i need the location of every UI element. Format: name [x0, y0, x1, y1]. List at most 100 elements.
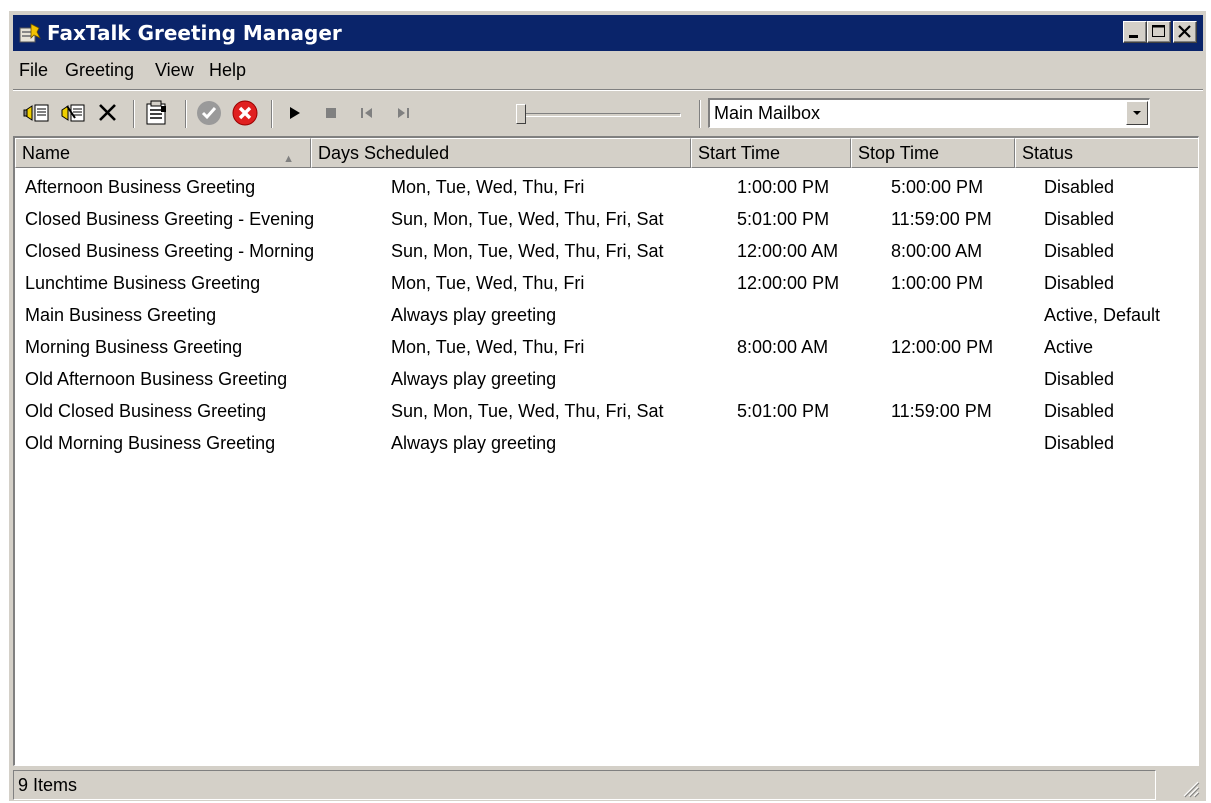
- table-row[interactable]: Closed Business Greeting - Morning Sun, …: [15, 235, 1198, 267]
- cell-status: Active, Default: [1044, 305, 1161, 325]
- properties-button[interactable]: [141, 98, 173, 128]
- table-row[interactable]: Closed Business Greeting - Evening Sun, …: [15, 203, 1198, 235]
- cell-days: Sun, Mon, Tue, Wed, Thu, Fri, Sat: [391, 209, 664, 229]
- table-row[interactable]: Old Afternoon Business Greeting Always p…: [15, 363, 1198, 395]
- properties-icon: [146, 100, 166, 125]
- play-icon: [290, 107, 300, 119]
- cell-name: Main Business Greeting: [25, 305, 217, 325]
- toolbar-separator: [185, 100, 187, 128]
- app-icon[interactable]: [19, 22, 41, 44]
- cell-name: Closed Business Greeting - Evening: [25, 209, 315, 229]
- edit-greeting-icon: [61, 104, 85, 122]
- cell-status: Disabled: [1044, 241, 1115, 261]
- cell-status: Disabled: [1044, 209, 1115, 229]
- cell-name: Morning Business Greeting: [25, 337, 243, 357]
- column-header-days[interactable]: Days Scheduled: [311, 138, 691, 168]
- play-button[interactable]: [279, 98, 311, 128]
- cell-status: Disabled: [1044, 401, 1115, 421]
- delete-icon: [99, 104, 116, 121]
- previous-button[interactable]: [351, 98, 383, 128]
- mailbox-dropdown[interactable]: Main Mailbox: [708, 98, 1150, 128]
- cell-stop: 11:59:00 PM: [891, 209, 992, 229]
- cell-days: Mon, Tue, Wed, Thu, Fri: [391, 177, 585, 197]
- window-title: FaxTalk Greeting Manager: [47, 21, 342, 45]
- cell-status: Disabled: [1044, 369, 1115, 389]
- app-window: FaxTalk Greeting Manager File Greeting V…: [9, 11, 1206, 801]
- column-header-stop[interactable]: Stop Time: [851, 138, 1015, 168]
- column-label: Status: [1022, 143, 1074, 163]
- next-icon: [398, 108, 409, 118]
- table-row[interactable]: Old Closed Business Greeting Sun, Mon, T…: [15, 395, 1198, 427]
- minimize-button[interactable]: [1123, 21, 1147, 43]
- table-row[interactable]: Morning Business Greeting Mon, Tue, Wed,…: [15, 331, 1198, 363]
- mailbox-selected: Main Mailbox: [714, 103, 821, 123]
- deactivate-icon: [232, 100, 258, 126]
- next-button[interactable]: [387, 98, 419, 128]
- cell-days: Always play greeting: [391, 369, 557, 389]
- toolbar-separator: [133, 100, 135, 128]
- cell-status: Active: [1044, 337, 1094, 357]
- cell-days: Always play greeting: [391, 305, 557, 325]
- close-button[interactable]: [1173, 21, 1197, 43]
- column-label: Name: [22, 143, 71, 163]
- cell-days: Mon, Tue, Wed, Thu, Fri: [391, 273, 585, 293]
- table-row[interactable]: Lunchtime Business Greeting Mon, Tue, We…: [15, 267, 1198, 299]
- delete-button[interactable]: [93, 98, 125, 128]
- table-row[interactable]: Old Morning Business Greeting Always pla…: [15, 427, 1198, 459]
- position-slider[interactable]: [516, 104, 526, 124]
- cell-name: Closed Business Greeting - Morning: [25, 241, 315, 261]
- stop-button[interactable]: [315, 98, 347, 128]
- cell-name: Old Morning Business Greeting: [25, 433, 276, 453]
- toolbar: Main Mailbox: [13, 89, 1203, 134]
- column-label: Start Time: [698, 143, 781, 163]
- cell-stop: 5:00:00 PM: [891, 177, 984, 197]
- cell-days: Sun, Mon, Tue, Wed, Thu, Fri, Sat: [391, 401, 664, 421]
- dropdown-button[interactable]: [1126, 101, 1148, 125]
- greeting-list[interactable]: Name ▲ Days Scheduled Start Time Stop Ti…: [13, 136, 1199, 766]
- menu-help[interactable]: Help: [203, 54, 252, 86]
- status-bar: 9 Items: [13, 770, 1202, 800]
- resize-grip-icon[interactable]: [1178, 776, 1200, 798]
- cell-stop: 8:00:00 AM: [891, 241, 983, 261]
- column-header-name[interactable]: Name ▲: [15, 138, 311, 168]
- maximize-button[interactable]: [1147, 21, 1171, 43]
- cell-start: 8:00:00 AM: [737, 337, 829, 357]
- menu-file[interactable]: File: [13, 54, 54, 86]
- cell-start: 5:01:00 PM: [737, 209, 830, 229]
- new-greeting-button[interactable]: [23, 98, 55, 128]
- cell-name: Old Afternoon Business Greeting: [25, 369, 288, 389]
- close-icon: [1178, 25, 1191, 38]
- cell-stop: 12:00:00 PM: [891, 337, 994, 357]
- cell-start: 12:00:00 AM: [737, 241, 839, 261]
- position-slider-track[interactable]: [517, 113, 681, 117]
- table-row[interactable]: Main Business Greeting Always play greet…: [15, 299, 1198, 331]
- column-header-status[interactable]: Status: [1015, 138, 1198, 168]
- column-header-start[interactable]: Start Time: [691, 138, 851, 168]
- list-header: Name ▲ Days Scheduled Start Time Stop Ti…: [15, 138, 1198, 168]
- cell-days: Sun, Mon, Tue, Wed, Thu, Fri, Sat: [391, 241, 664, 261]
- cell-start: 12:00:00 PM: [737, 273, 840, 293]
- activate-button[interactable]: [193, 98, 225, 128]
- sort-ascending-icon: ▲: [283, 153, 294, 165]
- new-greeting-icon: [23, 104, 49, 122]
- edit-greeting-button[interactable]: [59, 98, 91, 128]
- minimize-icon: [1129, 35, 1138, 38]
- cell-status: Disabled: [1044, 273, 1115, 293]
- chevron-down-icon: [1133, 111, 1141, 115]
- menu-greeting[interactable]: Greeting: [59, 54, 140, 86]
- stop-icon: [326, 108, 336, 118]
- cell-name: Old Closed Business Greeting: [25, 401, 267, 421]
- deactivate-button[interactable]: [229, 98, 261, 128]
- table-row[interactable]: Afternoon Business Greeting Mon, Tue, We…: [15, 171, 1198, 203]
- menu-bar: File Greeting View Help: [13, 54, 1203, 86]
- menu-view[interactable]: View: [149, 54, 200, 86]
- cell-status: Disabled: [1044, 177, 1115, 197]
- toolbar-separator: [699, 100, 701, 128]
- cell-name: Lunchtime Business Greeting: [25, 273, 261, 293]
- column-label: Days Scheduled: [318, 143, 450, 163]
- previous-icon: [361, 108, 372, 118]
- cell-name: Afternoon Business Greeting: [25, 177, 256, 197]
- title-bar[interactable]: FaxTalk Greeting Manager: [13, 15, 1203, 51]
- cell-days: Always play greeting: [391, 433, 557, 453]
- toolbar-separator: [271, 100, 273, 128]
